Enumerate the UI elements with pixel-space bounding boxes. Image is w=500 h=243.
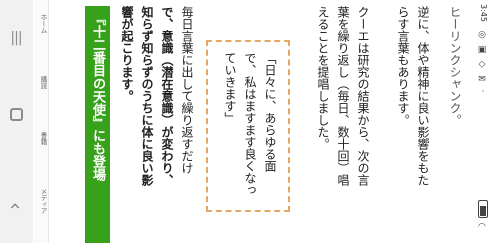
tab-home[interactable]: ホーム — [34, 14, 48, 34]
section-heading-banner: 『十二番目の天使』にも登場 — [85, 6, 110, 243]
back-icon[interactable]: ‹ — [4, 196, 28, 216]
notification-icons: ◎ ▣ ◇ ✉ · — [477, 30, 487, 94]
quote-line: ていきます」 — [223, 52, 237, 124]
quote-line: で、私はますます良くなっ — [243, 52, 257, 196]
article-line: クーエは研究の結果から、次の言 — [356, 6, 370, 186]
status-time: 3:45 — [479, 4, 488, 22]
battery-icon — [478, 200, 488, 218]
home-icon[interactable] — [6, 108, 26, 121]
article-line: えることを提唱しました。 — [316, 6, 330, 150]
section-heading-text: 『十二番目の天使』にも登場 — [90, 12, 105, 181]
article-line: 響が起こります。 — [120, 6, 134, 102]
article-line: 逆に、体や精神に良い影響をもた — [416, 6, 430, 186]
quote-line: 「日々に、あらゆる面 — [263, 52, 277, 172]
tab-book[interactable]: 書籍 — [34, 132, 48, 145]
navigation-bar: ||| ‹ — [0, 0, 33, 243]
article-line-cut: ヒーリンクシャンク。 — [448, 6, 462, 126]
article-line: 毎日言葉に出して繰り返すだけ — [180, 6, 194, 174]
article-line: 葉を繰り返し（毎日、数十回）唱 — [336, 6, 350, 186]
recent-apps-icon[interactable]: ||| — [6, 30, 26, 46]
article-line: 知らず知らずのうちに体に良い影 — [140, 6, 154, 186]
wifi-icon: ◠ — [478, 222, 486, 232]
article-line: で、意識（潜在意識）が変わり、 — [160, 6, 174, 186]
article-line: らす言葉もあります。 — [396, 6, 410, 126]
app-tab-bar: ホーム 購読 書籍 メディア — [34, 0, 49, 243]
tab-media[interactable]: メディア — [34, 188, 48, 214]
tab-read[interactable]: 購読 — [34, 76, 48, 89]
